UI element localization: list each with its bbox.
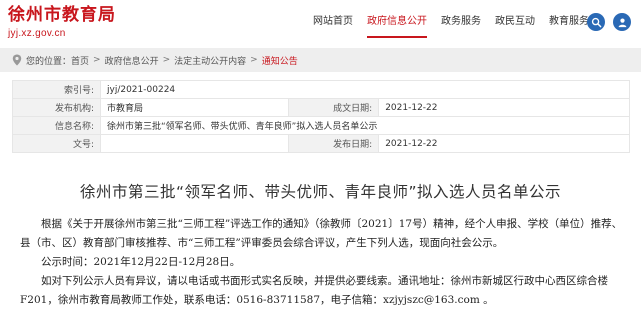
doc-label: 文号: <box>12 134 101 153</box>
nav-item-home[interactable]: 网站首页 <box>306 0 360 44</box>
name-value: 徐州市第三批“领军名师、带头优师、青年良师”拟入选人员名单公示 <box>100 116 630 135</box>
pubdate-label: 发布日期: <box>288 134 380 153</box>
nav-item-gov-service[interactable]: 政务服务 <box>434 0 488 44</box>
site-title: 徐州市教育局 <box>8 5 116 25</box>
publisher-label: 发布机构: <box>12 98 101 117</box>
article-paragraph: 如对下列公示人员有异议，请以电话或书面形式实名反映，并提供必要线索。通讯地址：徐… <box>20 275 608 306</box>
site-url: jyj.xz.gov.cn <box>8 28 66 39</box>
nav-item-interaction[interactable]: 政民互动 <box>488 0 542 44</box>
search-icon[interactable] <box>587 13 605 31</box>
pubdate-value: 2021-12-22 <box>378 134 630 153</box>
article-paragraph: 根据《关于开展徐州市第三批“三师工程”评选工作的通知》（徐教师〔2021〕17号… <box>20 218 623 249</box>
breadcrumb-separator: > <box>93 55 101 65</box>
breadcrumb-notices[interactable]: 通知公告 <box>262 54 298 67</box>
info-row-index: 索引号: jyj/2021-00224 <box>12 80 630 99</box>
index-label: 索引号: <box>12 80 101 99</box>
info-row-doc: 文号: 发布日期: 2021-12-22 <box>12 134 630 153</box>
site-logo[interactable]: 徐州市教育局 jyj.xz.gov.cn <box>8 5 116 41</box>
breadcrumb-prefix: 您的位置： <box>26 56 72 67</box>
index-value: jyj/2021-00224 <box>100 80 630 99</box>
article-paragraph: 公示时间：2021年12月22日-12月28日。 <box>41 256 241 268</box>
info-row-publisher: 发布机构: 市教育局 成文日期: 2021-12-22 <box>12 98 630 117</box>
nav-item-gov-info[interactable]: 政府信息公开 <box>360 0 434 44</box>
date-value: 2021-12-22 <box>378 98 630 117</box>
site-header: 徐州市教育局 jyj.xz.gov.cn 网站首页 政府信息公开 政务服务 政民… <box>0 0 641 46</box>
breadcrumb-home[interactable]: 首页 <box>71 54 89 67</box>
user-icon[interactable] <box>613 13 631 31</box>
article-body: 根据《关于开展徐州市第三批“三师工程”评选工作的通知》（徐教师〔2021〕17号… <box>20 215 632 310</box>
location-pin-icon <box>12 54 22 66</box>
main-nav: 网站首页 政府信息公开 政务服务 政民互动 教育服务 <box>306 0 596 44</box>
name-label: 信息名称: <box>12 116 101 135</box>
article-title: 徐州市第三批“领军名师、带头优师、青年良师”拟入选人员名单公示 <box>79 183 562 201</box>
breadcrumb-statutory[interactable]: 法定主动公开内容 <box>174 54 246 67</box>
breadcrumb: 您的位置： 首页 > 政府信息公开 > 法定主动公开内容 > 通知公告 <box>0 48 641 72</box>
publisher-value: 市教育局 <box>99 98 290 117</box>
breadcrumb-gov-info[interactable]: 政府信息公开 <box>105 54 159 67</box>
info-row-name: 信息名称: 徐州市第三批“领军名师、带头优师、青年良师”拟入选人员名单公示 <box>12 116 630 135</box>
breadcrumb-separator: > <box>250 55 258 65</box>
info-table: 索引号: jyj/2021-00224 发布机构: 市教育局 成文日期: 202… <box>12 80 630 153</box>
date-label: 成文日期: <box>288 98 380 117</box>
breadcrumb-separator: > <box>162 55 171 65</box>
doc-value <box>99 134 290 153</box>
